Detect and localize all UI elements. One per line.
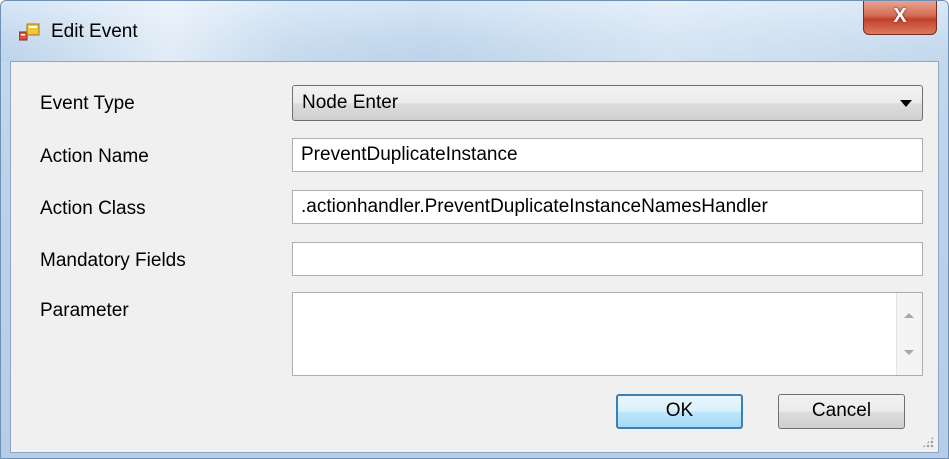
action-class-input[interactable]: .actionhandler.PreventDuplicateInstanceN… [292, 190, 923, 224]
dialog-body: Event Type Node Enter Action Name Preven… [10, 61, 939, 453]
mandatory-fields-input[interactable] [292, 242, 923, 276]
edit-event-window: Edit Event X Event Type Node Enter Actio… [0, 0, 949, 459]
action-name-label: Action Name [40, 146, 149, 167]
mandatory-fields-label: Mandatory Fields [40, 250, 186, 271]
scroll-up-arrow-icon[interactable] [904, 313, 914, 318]
title-bar[interactable]: Edit Event X [1, 1, 948, 61]
parameter-label: Parameter [40, 300, 129, 321]
event-type-select[interactable]: Node Enter [292, 85, 923, 121]
event-type-label: Event Type [40, 93, 135, 114]
resize-grip-icon[interactable] [922, 436, 934, 448]
action-class-label: Action Class [40, 198, 146, 219]
parameter-textarea[interactable] [292, 292, 923, 376]
event-type-selected-value: Node Enter [302, 92, 399, 113]
action-name-input[interactable]: PreventDuplicateInstance [292, 138, 923, 172]
window-title: Edit Event [51, 21, 138, 42]
window-app-icon [19, 23, 40, 41]
ok-button[interactable]: OK [616, 394, 743, 429]
scroll-down-arrow-icon[interactable] [904, 350, 914, 355]
chevron-down-icon[interactable] [900, 100, 912, 107]
cancel-button[interactable]: Cancel [778, 394, 905, 429]
parameter-scrollbar[interactable] [896, 293, 922, 375]
close-button[interactable]: X [863, 1, 937, 35]
